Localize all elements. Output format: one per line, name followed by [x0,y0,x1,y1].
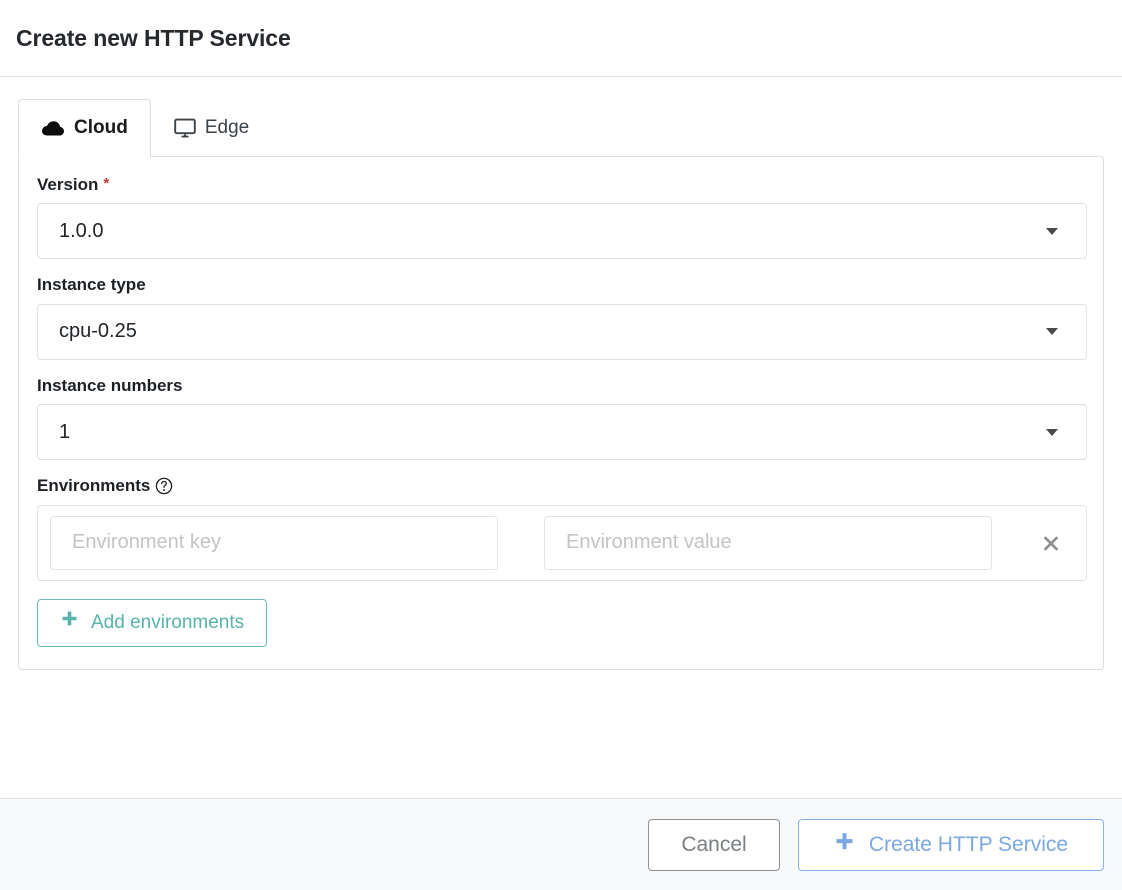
tab-edge[interactable]: Edge [150,99,273,157]
instance-numbers-selected-value: 1 [59,420,71,443]
instance-numbers-label-text: Instance numbers [37,375,183,395]
field-version: Version * 1.0.0 [37,175,1087,260]
dialog-body: Cloud Edge Version * 1.0.0 Instance type… [0,77,1122,798]
cancel-button[interactable]: Cancel [648,818,780,871]
version-label-text: Version [37,175,99,194]
tab-edge-label: Edge [204,117,250,138]
instance-numbers-select[interactable]: 1 [37,404,1087,461]
cloud-icon [41,119,65,137]
create-http-service-label: Create HTTP Service [868,832,1069,856]
add-environments-button[interactable]: Add environments [37,598,268,647]
tab-bar: Cloud Edge [18,99,1104,157]
version-select[interactable]: 1.0.0 [37,203,1087,260]
instance-type-label-text: Instance type [37,275,146,295]
remove-environment-button[interactable] [1028,532,1074,554]
environment-value-input[interactable] [544,515,992,570]
cancel-label: Cancel [681,832,747,856]
tab-cloud-label: Cloud [74,117,128,138]
version-label: Version * [37,175,1087,195]
question-circle-icon[interactable] [155,477,173,495]
instance-type-selected-value: cpu-0.25 [59,320,137,343]
environment-row [37,504,1087,581]
field-instance-numbers: Instance numbers 1 [37,376,1087,461]
chevron-down-icon [1046,428,1058,436]
chevron-down-icon [1046,227,1058,235]
tab-cloud[interactable]: Cloud [18,99,151,157]
version-selected-value: 1.0.0 [59,219,104,242]
instance-type-select[interactable]: cpu-0.25 [37,303,1087,360]
add-environments-label: Add environments [91,611,245,633]
cloud-tab-panel: Version * 1.0.0 Instance type cpu-0.25 I… [18,156,1104,670]
environment-key-input[interactable] [50,515,498,570]
plus-icon [60,610,79,635]
create-http-service-dialog: Create new HTTP Service Cloud Edge Versi… [0,0,1122,890]
instance-type-label: Instance type [37,275,1087,295]
page-title: Create new HTTP Service [16,24,291,51]
dialog-footer: Cancel Create HTTP Service [0,798,1122,890]
environments-label: Environments [37,476,1087,496]
field-instance-type: Instance type cpu-0.25 [37,275,1087,360]
monitor-icon [174,118,196,139]
plus-icon [834,831,855,858]
dialog-header: Create new HTTP Service [0,0,1122,77]
environments-label-text: Environments [37,476,151,496]
create-http-service-button[interactable]: Create HTTP Service [798,818,1104,871]
instance-numbers-label: Instance numbers [37,376,1087,396]
field-environments: Environments Environment key Environment… [37,476,1087,647]
required-marker: * [103,175,110,192]
chevron-down-icon [1046,328,1058,336]
